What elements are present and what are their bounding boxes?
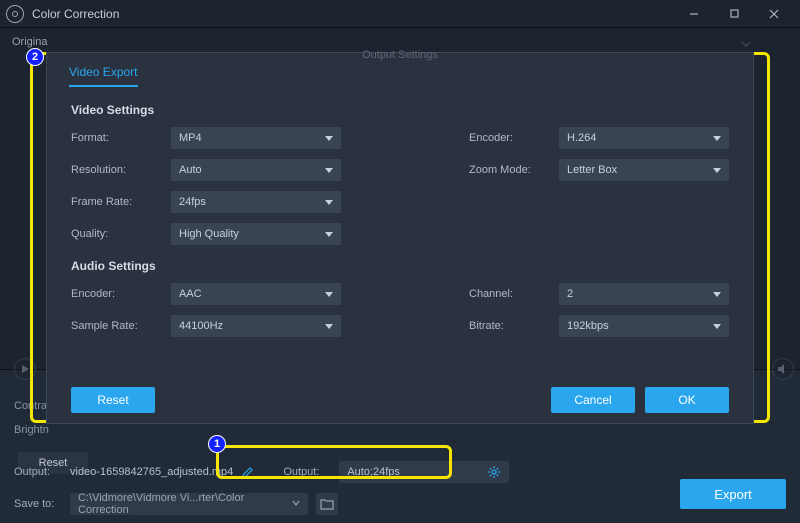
resolution-select[interactable]: Auto xyxy=(171,159,341,181)
chevron-down-icon xyxy=(325,136,333,141)
gear-icon[interactable] xyxy=(487,465,501,479)
saveto-dropdown[interactable]: C:\Vidmore\Vidmore Vi...rter\Color Corre… xyxy=(70,493,308,515)
chevron-down-icon xyxy=(713,292,721,297)
framerate-select[interactable]: 24fps xyxy=(171,191,341,213)
format-select[interactable]: MP4 xyxy=(171,127,341,149)
format-label: Format: xyxy=(71,132,171,144)
bitrate-label: Bitrate: xyxy=(469,320,559,332)
annotation-badge-1: 1 xyxy=(208,435,226,453)
chevron-down-icon xyxy=(713,324,721,329)
original-label: Origina xyxy=(12,36,47,48)
bitrate-select[interactable]: 192kbps xyxy=(559,315,729,337)
output-filename: video-1659842765_adjusted.mp4 xyxy=(70,466,233,478)
encoder-value: H.264 xyxy=(567,132,596,144)
channel-label: Channel: xyxy=(469,288,559,300)
framerate-label: Frame Rate: xyxy=(71,196,171,208)
window-title: Color Correction xyxy=(32,7,119,21)
output-settings-label: Output: xyxy=(283,466,331,478)
quality-select[interactable]: High Quality xyxy=(171,223,341,245)
samplerate-value: 44100Hz xyxy=(179,320,223,332)
encoder-label: Encoder: xyxy=(469,132,559,144)
framerate-value: 24fps xyxy=(179,196,206,208)
output-settings-box[interactable]: Auto;24fps xyxy=(339,461,509,483)
brightness-label: Brightn xyxy=(14,424,49,436)
samplerate-label: Sample Rate: xyxy=(71,320,171,332)
volume-button[interactable] xyxy=(772,358,794,380)
app-logo-icon xyxy=(6,5,24,23)
quality-label: Quality: xyxy=(71,228,171,240)
chevron-down-icon xyxy=(713,136,721,141)
saveto-label: Save to: xyxy=(14,498,62,510)
chevron-down-icon xyxy=(740,38,752,53)
video-settings-heading: Video Settings xyxy=(71,103,729,117)
channel-select[interactable]: 2 xyxy=(559,283,729,305)
edit-filename-icon[interactable] xyxy=(241,465,255,479)
chevron-down-icon xyxy=(325,292,333,297)
output-file-label: Output: xyxy=(14,466,62,478)
channel-value: 2 xyxy=(567,288,573,300)
dialog-title: Output Settings xyxy=(362,49,438,61)
cancel-button[interactable]: Cancel xyxy=(551,387,635,413)
minimize-button[interactable] xyxy=(674,0,714,28)
audio-encoder-select[interactable]: AAC xyxy=(171,283,341,305)
reset-button[interactable]: Reset xyxy=(71,387,155,413)
ok-button[interactable]: OK xyxy=(645,387,729,413)
resolution-label: Resolution: xyxy=(71,164,171,176)
close-button[interactable] xyxy=(754,0,794,28)
annotation-badge-2: 2 xyxy=(26,48,44,66)
chevron-down-icon xyxy=(325,168,333,173)
chevron-down-icon xyxy=(325,324,333,329)
chevron-down-icon xyxy=(713,168,721,173)
export-button[interactable]: Export xyxy=(680,479,786,509)
chevron-down-icon xyxy=(292,498,300,510)
samplerate-select[interactable]: 44100Hz xyxy=(171,315,341,337)
resolution-value: Auto xyxy=(179,164,202,176)
play-button[interactable] xyxy=(14,358,36,380)
maximize-button[interactable] xyxy=(714,0,754,28)
chevron-down-icon xyxy=(325,200,333,205)
zoom-label: Zoom Mode: xyxy=(469,164,559,176)
open-folder-button[interactable] xyxy=(316,493,338,515)
encoder-select[interactable]: H.264 xyxy=(559,127,729,149)
output-settings-dialog: Output Settings Video Export Video Setti… xyxy=(46,52,754,424)
saveto-path: C:\Vidmore\Vidmore Vi...rter\Color Corre… xyxy=(78,492,292,516)
chevron-down-icon xyxy=(325,232,333,237)
zoom-select[interactable]: Letter Box xyxy=(559,159,729,181)
audio-settings-heading: Audio Settings xyxy=(71,259,729,273)
output-settings-value: Auto;24fps xyxy=(347,466,400,478)
contrast-label: Contra xyxy=(14,400,49,412)
audio-encoder-label: Encoder: xyxy=(71,288,171,300)
zoom-value: Letter Box xyxy=(567,164,617,176)
format-value: MP4 xyxy=(179,132,202,144)
titlebar: Color Correction xyxy=(0,0,800,28)
bitrate-value: 192kbps xyxy=(567,320,609,332)
tab-video-export[interactable]: Video Export xyxy=(69,65,138,87)
audio-encoder-value: AAC xyxy=(179,288,202,300)
quality-value: High Quality xyxy=(179,228,239,240)
